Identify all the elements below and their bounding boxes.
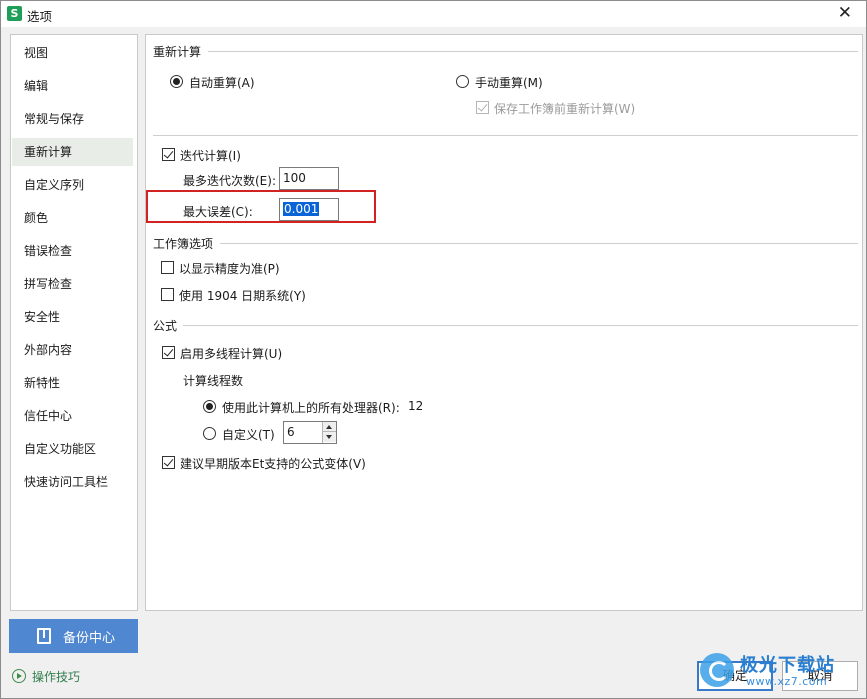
- max-change-input[interactable]: 0.001: [279, 198, 339, 221]
- recalc-divider: [208, 51, 858, 52]
- legacy-formula-label: 建议早期版本Et支持的公式变体(V): [180, 457, 366, 471]
- sidebar-item-custom-lists[interactable]: 自定义序列: [12, 171, 133, 199]
- backup-center-button[interactable]: 备份中心: [9, 619, 138, 653]
- sidebar-item-edit[interactable]: 编辑: [12, 72, 133, 100]
- options-dialog: S 选项 ✕ 视图 编辑 常规与保存 重新计算 自定义序列 颜色 错误检查 拼写…: [0, 0, 867, 699]
- sidebar-item-quick-access[interactable]: 快速访问工具栏: [12, 468, 133, 496]
- iterate-divider: [153, 135, 858, 136]
- processor-count: 12: [408, 399, 424, 413]
- sidebar-item-recalc[interactable]: 重新计算: [12, 138, 133, 166]
- custom-threads-radio[interactable]: [203, 427, 216, 440]
- recalc-panel: 重新计算 自动重算(A) 手动重算(M) 保存工作簿前重新计算(W) 迭代计算(…: [145, 34, 863, 611]
- options-sidebar: 视图 编辑 常规与保存 重新计算 自定义序列 颜色 错误检查 拼写检查 安全性 …: [10, 34, 138, 611]
- use-all-processors-label: 使用此计算机上的所有处理器(R):: [222, 401, 400, 415]
- iterate-checkbox[interactable]: [162, 148, 175, 161]
- formula-section-title: 公式: [153, 319, 178, 333]
- title-bar: S 选项 ✕: [1, 1, 866, 27]
- sidebar-item-trust-center[interactable]: 信任中心: [12, 402, 133, 430]
- formula-divider: [183, 325, 858, 326]
- sidebar-item-security[interactable]: 安全性: [12, 303, 133, 331]
- manual-recalc-radio[interactable]: [456, 75, 469, 88]
- max-iterations-input[interactable]: 100: [279, 167, 339, 190]
- cancel-button[interactable]: 取消: [782, 661, 858, 691]
- auto-recalc-label: 自动重算(A): [189, 76, 255, 90]
- precision-as-displayed-label: 以显示精度为准(P): [179, 262, 280, 276]
- max-iterations-label: 最多迭代次数(E):: [183, 174, 276, 188]
- close-icon[interactable]: ✕: [838, 3, 852, 23]
- iterate-label: 迭代计算(I): [180, 149, 241, 163]
- precision-as-displayed-checkbox[interactable]: [161, 261, 174, 274]
- custom-threads-stepper[interactable]: 6: [283, 421, 337, 444]
- custom-threads-value: 6: [287, 425, 295, 439]
- stepper-buttons: [322, 422, 336, 443]
- tips-label: 操作技巧: [32, 670, 81, 684]
- legacy-formula-checkbox[interactable]: [162, 456, 175, 469]
- use-all-processors-radio[interactable]: [203, 400, 216, 413]
- sidebar-item-customize-ribbon[interactable]: 自定义功能区: [12, 435, 133, 463]
- chevron-up-icon[interactable]: [323, 422, 336, 432]
- sidebar-item-error-check[interactable]: 错误检查: [12, 237, 133, 265]
- thread-count-title: 计算线程数: [183, 374, 244, 388]
- highlight-annotation-box: [146, 190, 376, 223]
- multithread-checkbox[interactable]: [162, 346, 175, 359]
- save-before-recalc-checkbox[interactable]: [476, 101, 489, 114]
- ok-button[interactable]: 确定: [697, 661, 773, 691]
- sidebar-item-colors[interactable]: 颜色: [12, 204, 133, 232]
- workbook-divider: [220, 243, 858, 244]
- sidebar-item-view[interactable]: 视图: [12, 39, 133, 67]
- play-circle-icon: [12, 669, 26, 683]
- date-1904-label: 使用 1904 日期系统(Y): [179, 289, 306, 303]
- backup-center-label: 备份中心: [63, 631, 116, 646]
- date-1904-checkbox[interactable]: [161, 288, 174, 301]
- chevron-down-icon[interactable]: [323, 432, 336, 442]
- max-change-value: 0.001: [283, 202, 320, 216]
- recalc-section-title: 重新计算: [153, 45, 202, 59]
- max-change-label: 最大误差(C):: [183, 205, 253, 219]
- sidebar-item-external-content[interactable]: 外部内容: [12, 336, 133, 364]
- save-before-recalc-label: 保存工作簿前重新计算(W): [494, 102, 636, 116]
- app-logo-icon: S: [7, 6, 22, 21]
- sidebar-item-spell-check[interactable]: 拼写检查: [12, 270, 133, 298]
- sidebar-item-new-features[interactable]: 新特性: [12, 369, 133, 397]
- workbook-section-title: 工作簿选项: [153, 237, 214, 251]
- multithread-label: 启用多线程计算(U): [180, 347, 283, 361]
- manual-recalc-label: 手动重算(M): [475, 76, 543, 90]
- custom-threads-label: 自定义(T): [222, 428, 275, 442]
- auto-recalc-radio[interactable]: [170, 75, 183, 88]
- backup-icon: [37, 628, 51, 644]
- dialog-title: 选项: [27, 9, 53, 24]
- sidebar-item-general-save[interactable]: 常规与保存: [12, 105, 133, 133]
